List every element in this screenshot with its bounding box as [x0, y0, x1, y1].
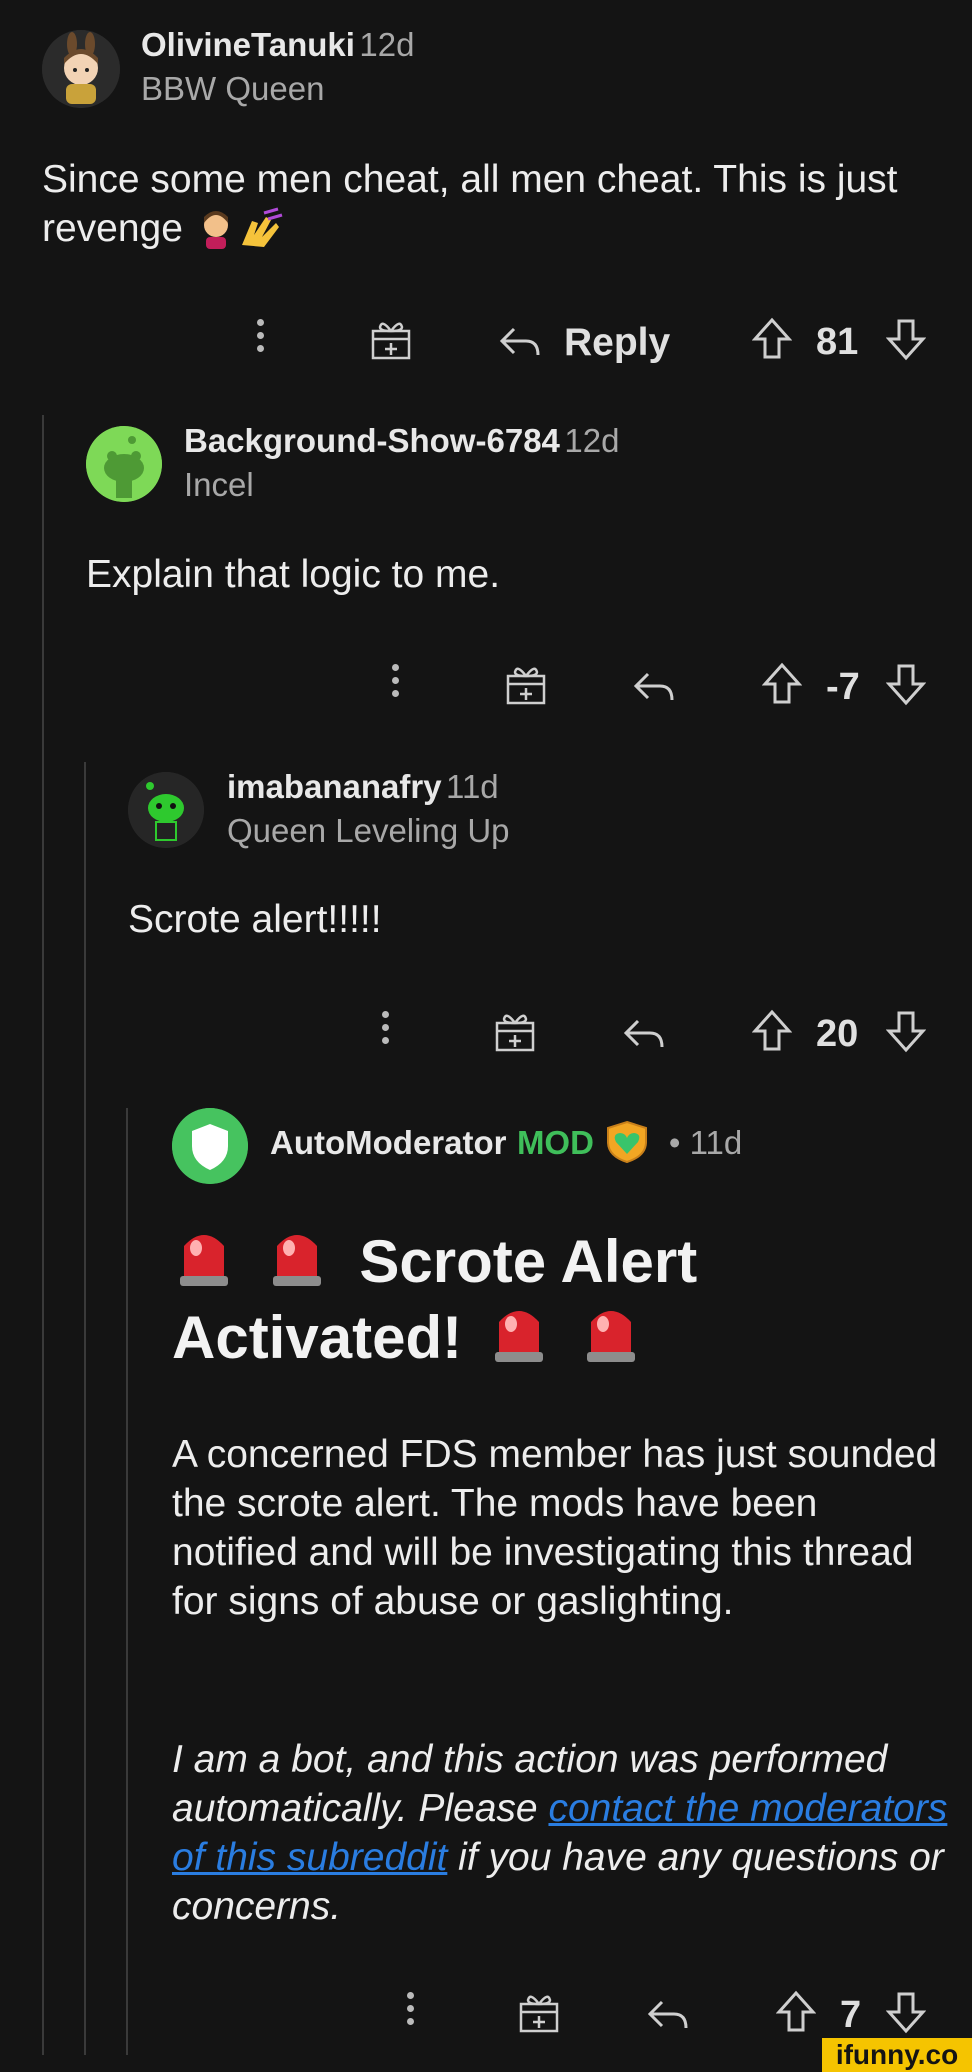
user-flair: Queen Leveling Up: [227, 812, 510, 849]
alert-title: Scrote Alert Activated!: [172, 1222, 932, 1374]
score: 81: [816, 321, 859, 363]
alert-title-line2: Activated!: [172, 1304, 463, 1371]
user-avatar-icon: [42, 30, 120, 108]
score: -7: [826, 666, 860, 708]
downvote-icon[interactable]: [886, 317, 926, 361]
reply-button[interactable]: Reply: [564, 321, 670, 365]
thread-line-3: [126, 1108, 128, 2055]
comment-body: Since some men cheat, all men cheat. Thi…: [42, 155, 942, 253]
downvote-icon[interactable]: [886, 1990, 926, 2034]
username[interactable]: imabananafry: [227, 768, 442, 805]
comment-actions: -7: [0, 660, 972, 720]
more-options-icon[interactable]: [380, 1007, 390, 1050]
heart-shield-icon: [607, 1120, 648, 1164]
avatar[interactable]: [42, 30, 120, 108]
score: 20: [816, 1013, 859, 1055]
more-options-icon[interactable]: [255, 315, 265, 358]
comment-text: Explain that logic to me.: [86, 553, 501, 596]
downvote-icon[interactable]: [886, 1009, 926, 1053]
downvote-icon[interactable]: [886, 662, 926, 706]
more-options-icon[interactable]: [390, 660, 400, 703]
siren-icon: [180, 1235, 228, 1286]
score: 7: [840, 1994, 862, 2036]
timestamp: 12d: [359, 26, 415, 63]
reply-arrow-icon[interactable]: [646, 1998, 690, 2032]
reply-arrow-icon[interactable]: [498, 325, 542, 359]
more-options-icon[interactable]: [405, 1988, 415, 2031]
timestamp: • 11d: [668, 1124, 743, 1161]
alert-title-line1: Scrote Alert: [359, 1228, 698, 1295]
reply-arrow-icon[interactable]: [622, 1017, 666, 1051]
avatar[interactable]: [172, 1108, 248, 1184]
upvote-icon[interactable]: [762, 662, 802, 706]
comment-actions: Reply 81: [0, 315, 972, 375]
ifunny-watermark: ifunny.co: [822, 2038, 972, 2072]
user-flair: Incel: [184, 466, 254, 503]
siren-icon: [272, 1235, 321, 1286]
username[interactable]: OlivineTanuki: [141, 26, 355, 63]
comment-text: Since some men cheat, all men cheat. Thi…: [42, 158, 898, 250]
gift-award-icon[interactable]: [518, 1990, 560, 2034]
upvote-icon[interactable]: [776, 1990, 816, 2034]
thread-line-2: [84, 762, 86, 2055]
timestamp: 11d: [446, 768, 499, 805]
username[interactable]: Background-Show-6784: [184, 422, 560, 459]
gift-award-icon[interactable]: [370, 317, 412, 361]
shield-icon: [172, 1108, 248, 1184]
snoo-avatar-icon: [128, 772, 204, 848]
user-flair: BBW Queen: [141, 70, 325, 107]
siren-icon: [587, 1311, 636, 1362]
comment-text: Scrote alert!!!!!: [128, 898, 382, 941]
snoo-avatar-icon: [86, 426, 162, 502]
upvote-icon[interactable]: [752, 1009, 792, 1053]
gift-award-icon[interactable]: [505, 662, 547, 706]
reply-arrow-icon[interactable]: [632, 670, 676, 704]
avatar[interactable]: [86, 426, 162, 502]
bot-paragraph: A concerned FDS member has just sounded …: [172, 1433, 938, 1623]
siren-icon: [494, 1311, 543, 1362]
bot-disclaimer: I am a bot, and this action was performe…: [172, 1735, 952, 1931]
gift-award-icon[interactable]: [494, 1009, 536, 1053]
avatar[interactable]: [128, 772, 204, 848]
mod-badge: MOD: [516, 1124, 594, 1161]
emoji-icon: [203, 207, 283, 249]
timestamp: 12d: [564, 422, 620, 459]
upvote-icon[interactable]: [752, 317, 792, 361]
username[interactable]: AutoModerator: [270, 1124, 506, 1161]
comment-actions: 20: [0, 1007, 972, 1067]
